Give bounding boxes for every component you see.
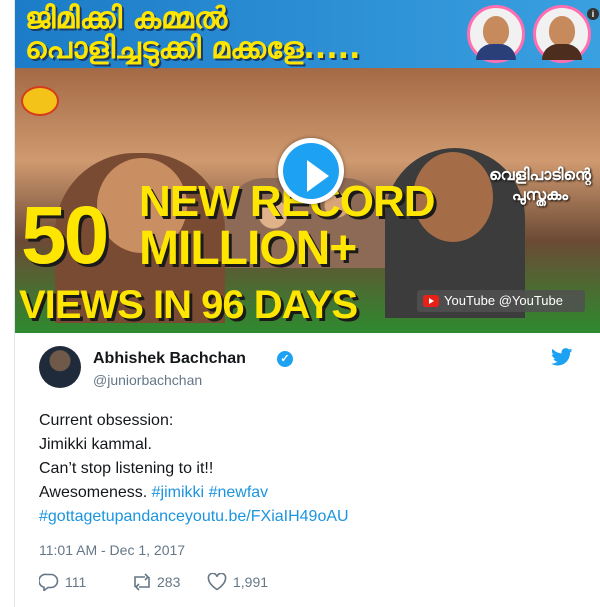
retweet-icon — [134, 573, 150, 591]
headline-number: 50 — [21, 190, 109, 281]
author-avatar[interactable] — [39, 346, 81, 388]
youtube-attribution[interactable]: YouTube @YouTube — [417, 290, 585, 312]
headline-views: VIEWS IN 96 DAYS — [19, 283, 358, 327]
play-icon — [307, 160, 329, 192]
banner-avatar-1 — [467, 5, 525, 63]
banner-avatar-2 — [533, 5, 591, 63]
headline-million: MILLION+ — [139, 222, 357, 275]
banner-title: ജിമിക്കി കമ്മൽ പൊളിച്ചടുക്കി മക്കളേ..... — [25, 1, 361, 66]
tweet-line: Can’t stop listening to it!! — [39, 460, 214, 477]
reply-icon — [39, 573, 59, 591]
like-icon — [207, 573, 227, 591]
tweet-line: Current obsession: — [39, 412, 174, 429]
channel-logo-icon — [21, 86, 59, 116]
author-handle[interactable]: @juniorbachchan — [93, 372, 202, 388]
tweet-card: ജിമിക്കി കമ്മൽ പൊളിച്ചടുക്കി മക്കളേ.....… — [14, 0, 600, 607]
tweet-line-text: Awesomeness. — [39, 484, 152, 501]
info-icon[interactable]: i — [587, 8, 599, 20]
hashtag-url-link[interactable]: #gottagetupandanceyoutu.be/FXiaIH49oAU — [39, 505, 579, 529]
author-name[interactable]: Abhishek Bachchan — [93, 350, 246, 368]
hashtag-link[interactable]: #jimikki — [152, 484, 204, 501]
tweet-line: Awesomeness. #jimikki #newfav — [39, 481, 579, 505]
youtube-icon — [423, 295, 439, 307]
film-title: വെളിപാടിന്റെ പുസ്തകം — [489, 165, 591, 204]
tweet-text: Current obsession: Jimikki kammal. Can’t… — [39, 409, 579, 529]
like-count: 1,991 — [233, 574, 269, 590]
tweet-line: Jimikki kammal. — [39, 436, 152, 453]
video-thumbnail[interactable]: ജിമിക്കി കമ്മൽ പൊളിച്ചടുക്കി മക്കളേ.....… — [15, 0, 600, 333]
twitter-bird-icon[interactable] — [551, 348, 573, 366]
tweet-timestamp[interactable]: 11:01 AM - Dec 1, 2017 — [39, 542, 185, 558]
reply-count: 111 — [65, 574, 87, 590]
hashtag-link[interactable]: #newfav — [209, 484, 269, 501]
verified-icon: ✓ — [277, 351, 293, 367]
play-button[interactable] — [278, 138, 344, 204]
youtube-attribution-label: YouTube @YouTube — [444, 293, 563, 308]
retweet-count: 283 — [157, 574, 181, 590]
